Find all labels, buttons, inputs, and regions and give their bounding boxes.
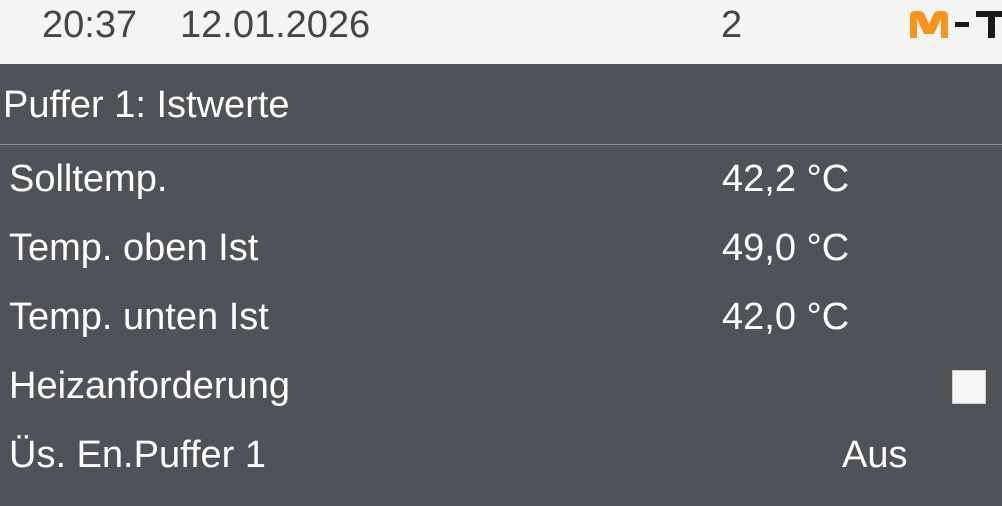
list-item-temp-oben[interactable]: Temp. oben Ist 49,0 °C <box>0 214 1002 283</box>
clock-time: 20:37 <box>42 4 138 46</box>
row-label: Temp. unten Ist <box>9 296 269 338</box>
row-value: 42,0 °C <box>722 296 850 338</box>
list-item-solltemp[interactable]: Solltemp. 42,2 °C <box>0 145 1002 214</box>
row-label: Temp. oben Ist <box>9 227 259 269</box>
row-value: Aus <box>842 434 908 476</box>
list-item-heizanforderung[interactable]: Heizanforderung <box>0 352 1002 421</box>
page-title: Puffer 1: Istwerte <box>3 84 290 126</box>
list-item-ueberschuss-energie[interactable]: Üs. En.Puffer 1 Aus <box>0 421 1002 490</box>
row-value: 42,2 °C <box>722 158 850 200</box>
row-value: 49,0 °C <box>722 227 850 269</box>
current-date: 12.01.2026 <box>180 4 371 46</box>
page-number: 2 <box>721 4 743 46</box>
status-bar: 20:37 12.01.2026 2 <box>0 0 1002 64</box>
row-label: Heizanforderung <box>9 365 290 407</box>
brand-logo-icon <box>906 8 1002 40</box>
row-label: Üs. En.Puffer 1 <box>9 434 266 476</box>
page-header: Puffer 1: Istwerte <box>0 64 1002 145</box>
row-label: Solltemp. <box>9 158 168 200</box>
list-item-temp-unten[interactable]: Temp. unten Ist 42,0 °C <box>0 283 1002 352</box>
heizanforderung-checkbox[interactable] <box>952 370 986 404</box>
